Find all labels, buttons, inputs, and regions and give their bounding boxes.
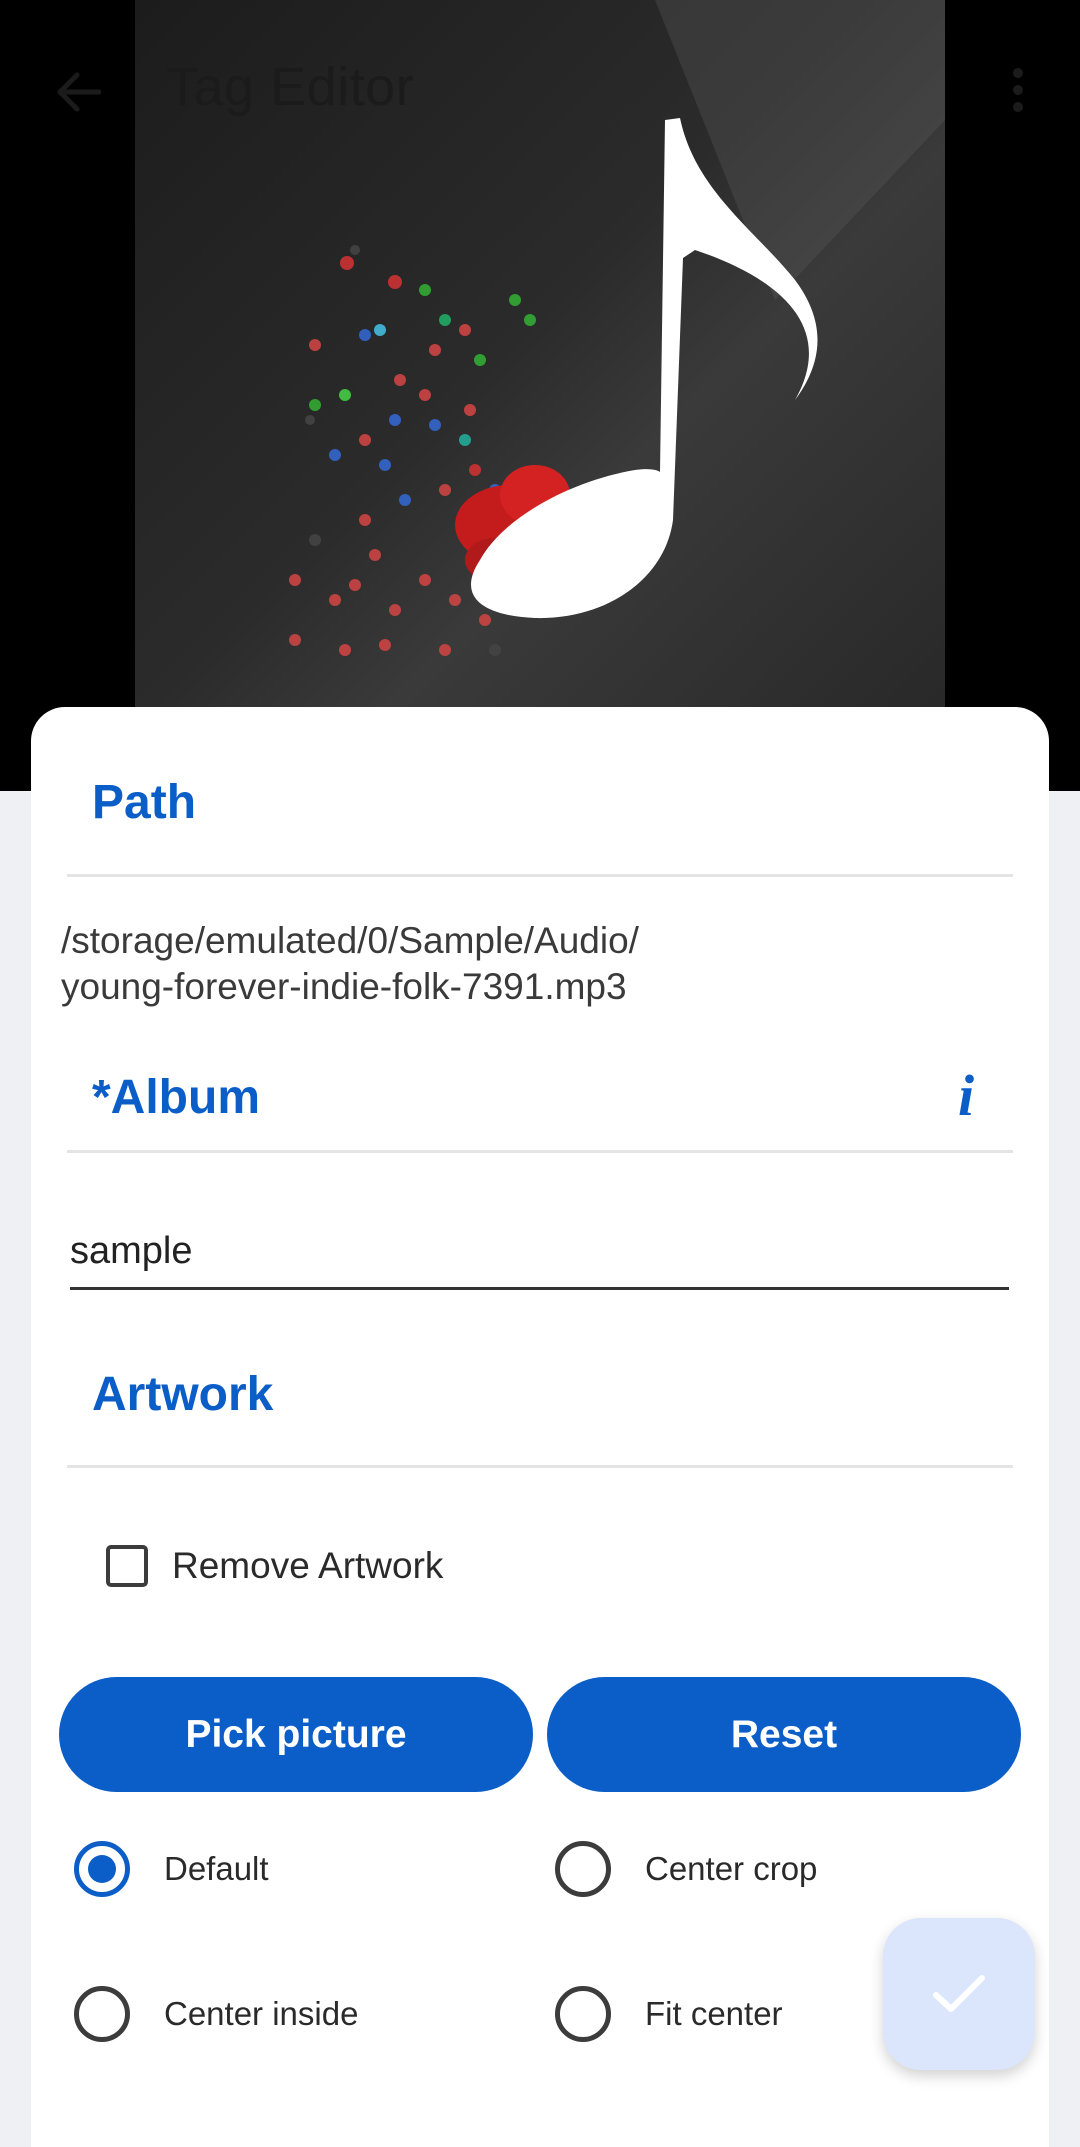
- scale-option-label: Default: [164, 1850, 269, 1887]
- remove-artwork-checkbox-row[interactable]: Remove Artwork: [106, 1545, 443, 1587]
- scale-option-center-crop[interactable]: Center crop: [555, 1841, 817, 1897]
- scale-option-default[interactable]: Default: [74, 1841, 269, 1897]
- info-icon[interactable]: i: [958, 1062, 974, 1129]
- radio-default[interactable]: [74, 1841, 130, 1897]
- file-path-text: /storage/emulated/0/Sample/Audio/ young-…: [61, 918, 961, 1010]
- scale-option-center-inside[interactable]: Center inside: [74, 1986, 358, 2042]
- save-fab[interactable]: [883, 1918, 1035, 2070]
- scale-option-label: Center inside: [164, 1995, 359, 2032]
- file-path-line-2: young-forever-indie-folk-7391.mp3: [61, 966, 627, 1007]
- arrow-left-icon: [57, 72, 101, 112]
- radio-center-crop[interactable]: [555, 1841, 611, 1897]
- artwork-header: Tag Editor: [0, 0, 1080, 791]
- radio-center-inside[interactable]: [74, 1986, 130, 2042]
- path-divider: [67, 874, 1013, 877]
- album-section-title: *Album: [92, 1071, 260, 1124]
- album-input[interactable]: [70, 1215, 1009, 1290]
- artwork-divider: [67, 1465, 1013, 1468]
- scale-option-label: Fit center: [645, 1995, 783, 2032]
- back-button[interactable]: [48, 62, 108, 122]
- artwork-section-title: Artwork: [92, 1368, 274, 1421]
- album-artwork-image: [135, 0, 945, 791]
- check-icon: [933, 1975, 985, 2012]
- pick-picture-button[interactable]: Pick picture: [59, 1677, 533, 1792]
- app-bar-title: Tag Editor: [166, 57, 415, 117]
- radio-fit-center[interactable]: [555, 1986, 611, 2042]
- overflow-menu-button[interactable]: [990, 60, 1046, 120]
- file-path-line-1: /storage/emulated/0/Sample/Audio/: [61, 920, 639, 961]
- remove-artwork-label: Remove Artwork: [172, 1545, 444, 1586]
- scale-option-label: Center crop: [645, 1850, 818, 1887]
- album-divider: [67, 1150, 1013, 1153]
- more-vertical-icon: [1013, 68, 1023, 112]
- scale-option-fit-center[interactable]: Fit center: [555, 1986, 783, 2042]
- path-section-title: Path: [92, 776, 197, 829]
- reset-button[interactable]: Reset: [547, 1677, 1021, 1792]
- remove-artwork-checkbox[interactable]: [106, 1545, 148, 1587]
